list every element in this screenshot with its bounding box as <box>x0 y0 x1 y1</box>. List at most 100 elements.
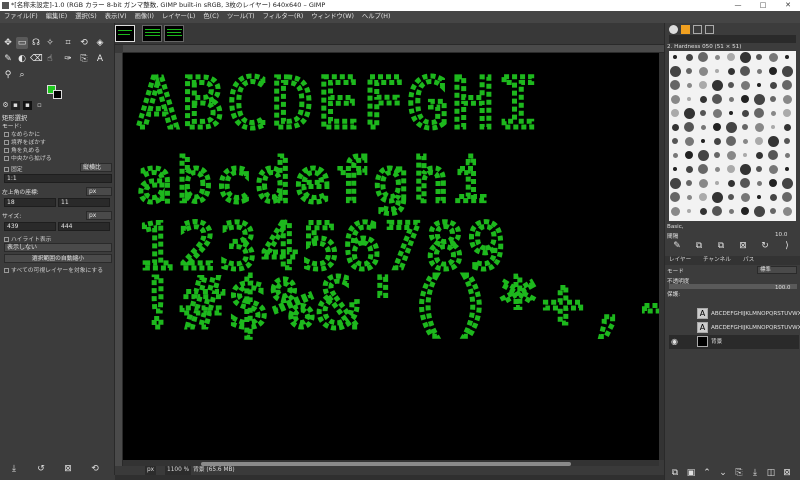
smudge-icon[interactable]: ☝ <box>44 53 56 65</box>
brush-preset[interactable] <box>757 195 761 199</box>
brush-preset[interactable] <box>725 121 737 133</box>
brush-preset[interactable] <box>711 79 723 91</box>
brush-preset[interactable] <box>785 55 789 59</box>
position-x-field[interactable]: 18 <box>4 198 56 207</box>
move-icon[interactable]: ✥ <box>2 37 14 49</box>
brushes-tab-icon[interactable] <box>669 25 678 34</box>
brush-preset[interactable] <box>700 124 706 130</box>
brush-preset[interactable] <box>726 136 736 146</box>
layer-row[interactable]: ◉ 背景 <box>669 335 799 349</box>
restore-options-icon[interactable]: ↺ <box>35 463 47 475</box>
device-status-tab-icon[interactable]: ▪ <box>11 101 20 110</box>
size-unit-dropdown[interactable]: px <box>86 211 112 220</box>
brush-preset[interactable] <box>699 81 707 89</box>
raise-layer-icon[interactable]: ⌃ <box>701 467 713 479</box>
duplicate-layer-icon[interactable]: ⎘ <box>733 467 745 479</box>
bucket-icon[interactable]: ◐ <box>16 53 28 65</box>
brush-preset[interactable] <box>757 83 761 87</box>
brush-preset[interactable] <box>687 97 691 101</box>
autoshrink-button[interactable]: 選択範囲の自動縮小 <box>4 254 112 263</box>
duplicate-brush-icon[interactable]: ⧉ <box>715 240 727 252</box>
brush-preset[interactable] <box>697 149 709 161</box>
horizontal-ruler[interactable] <box>123 45 664 53</box>
brush-preset[interactable] <box>669 177 681 189</box>
spacing-value[interactable]: 10.0 <box>775 232 795 238</box>
undo-history-tab-icon[interactable]: ▪ <box>23 101 32 110</box>
delete-brush-icon[interactable]: ⊠ <box>737 240 749 252</box>
brush-preset[interactable] <box>685 53 693 61</box>
brush-preset[interactable] <box>754 122 764 132</box>
brush-filter-field[interactable] <box>669 35 796 43</box>
menu-view[interactable]: 表示(V) <box>101 11 131 23</box>
brush-preset[interactable] <box>755 137 763 145</box>
delete-layer-icon[interactable]: ⊠ <box>781 467 793 479</box>
text-icon[interactable]: A <box>94 53 106 65</box>
tab-layers[interactable]: レイヤー <box>669 256 691 265</box>
brush-preset[interactable] <box>782 80 792 90</box>
brush-preset[interactable] <box>715 69 719 73</box>
images-tab-icon[interactable]: ▫ <box>35 101 44 110</box>
brush-preset[interactable] <box>743 153 747 157</box>
brush-preset[interactable] <box>768 52 778 62</box>
image-thumbnail[interactable] <box>115 25 135 42</box>
new-brush-icon[interactable]: ⧉ <box>693 240 705 252</box>
fixed-mode-dropdown[interactable]: 縦横比 <box>80 163 112 172</box>
menu-help[interactable]: ヘルプ(H) <box>358 11 395 23</box>
brush-preset[interactable] <box>782 94 792 104</box>
fuzzy-select-icon[interactable]: ✧ <box>44 37 56 49</box>
brush-preset[interactable] <box>698 66 708 76</box>
brush-preset[interactable] <box>756 68 762 74</box>
brush-preset[interactable] <box>768 164 778 174</box>
brush-preset[interactable] <box>729 111 733 115</box>
layer-row[interactable]: A ABCDEFGHIJKLMNOPQRSTUVWXY <box>669 307 800 321</box>
menu-edit[interactable]: 編集(E) <box>42 11 72 23</box>
brush-preset[interactable] <box>742 124 748 130</box>
brush-preset[interactable] <box>673 55 677 59</box>
brush-preset[interactable] <box>684 122 694 132</box>
brush-preset[interactable] <box>669 65 681 77</box>
brush-preset[interactable] <box>728 96 734 102</box>
brush-preset[interactable] <box>728 208 734 214</box>
tab-paths[interactable]: パス <box>743 256 754 265</box>
zoom-icon[interactable]: ⌕ <box>16 69 28 81</box>
brush-preset[interactable] <box>699 95 707 103</box>
brush-preset[interactable] <box>769 81 777 89</box>
brush-preset[interactable] <box>687 209 691 213</box>
brush-preset[interactable] <box>739 51 751 63</box>
patterns-tab-icon[interactable] <box>681 25 690 34</box>
brush-preset[interactable] <box>767 135 779 147</box>
brush-preset[interactable] <box>715 181 719 185</box>
brush-preset[interactable] <box>670 206 680 216</box>
menu-windows[interactable]: ウィンドウ(W) <box>307 11 358 23</box>
brush-preset[interactable] <box>671 109 679 117</box>
brush-preset[interactable] <box>727 67 735 75</box>
brush-preset[interactable] <box>698 178 708 188</box>
close-button[interactable]: ✕ <box>777 0 799 11</box>
brush-preset[interactable] <box>726 150 736 160</box>
expand-center-option[interactable]: 中央から拡げる <box>4 153 52 162</box>
brush-preset[interactable] <box>714 166 720 172</box>
brush-menu-icon[interactable]: ⟩ <box>781 240 793 252</box>
color-picker-icon[interactable]: ⚲ <box>2 69 14 81</box>
new-group-icon[interactable]: ▣ <box>685 467 697 479</box>
brush-preset[interactable] <box>771 125 775 129</box>
brush-preset[interactable] <box>728 194 734 200</box>
save-options-icon[interactable]: ⤓ <box>8 463 20 475</box>
brush-preset[interactable] <box>782 206 792 216</box>
brush-preset[interactable] <box>686 82 692 88</box>
brush-preset[interactable] <box>699 193 707 201</box>
brush-preset[interactable] <box>672 152 678 158</box>
clone-icon[interactable]: ⎘ <box>78 53 90 65</box>
highlight-option[interactable]: ハイライト表示 <box>4 234 51 243</box>
brush-preset[interactable] <box>782 192 792 202</box>
brush-preset[interactable] <box>769 67 777 75</box>
brush-preset[interactable] <box>670 94 680 104</box>
minimize-button[interactable]: — <box>727 0 749 11</box>
new-layer-icon[interactable]: ⧉ <box>669 467 681 479</box>
size-width-field[interactable]: 439 <box>4 222 56 231</box>
sample-merged-option[interactable]: すべての可視レイヤーを対象にする <box>4 265 103 274</box>
brush-preset[interactable] <box>781 177 793 189</box>
brush-preset[interactable] <box>740 178 750 188</box>
menu-colors[interactable]: 色(C) <box>199 11 223 23</box>
mask-layer-icon[interactable]: ◫ <box>765 467 777 479</box>
